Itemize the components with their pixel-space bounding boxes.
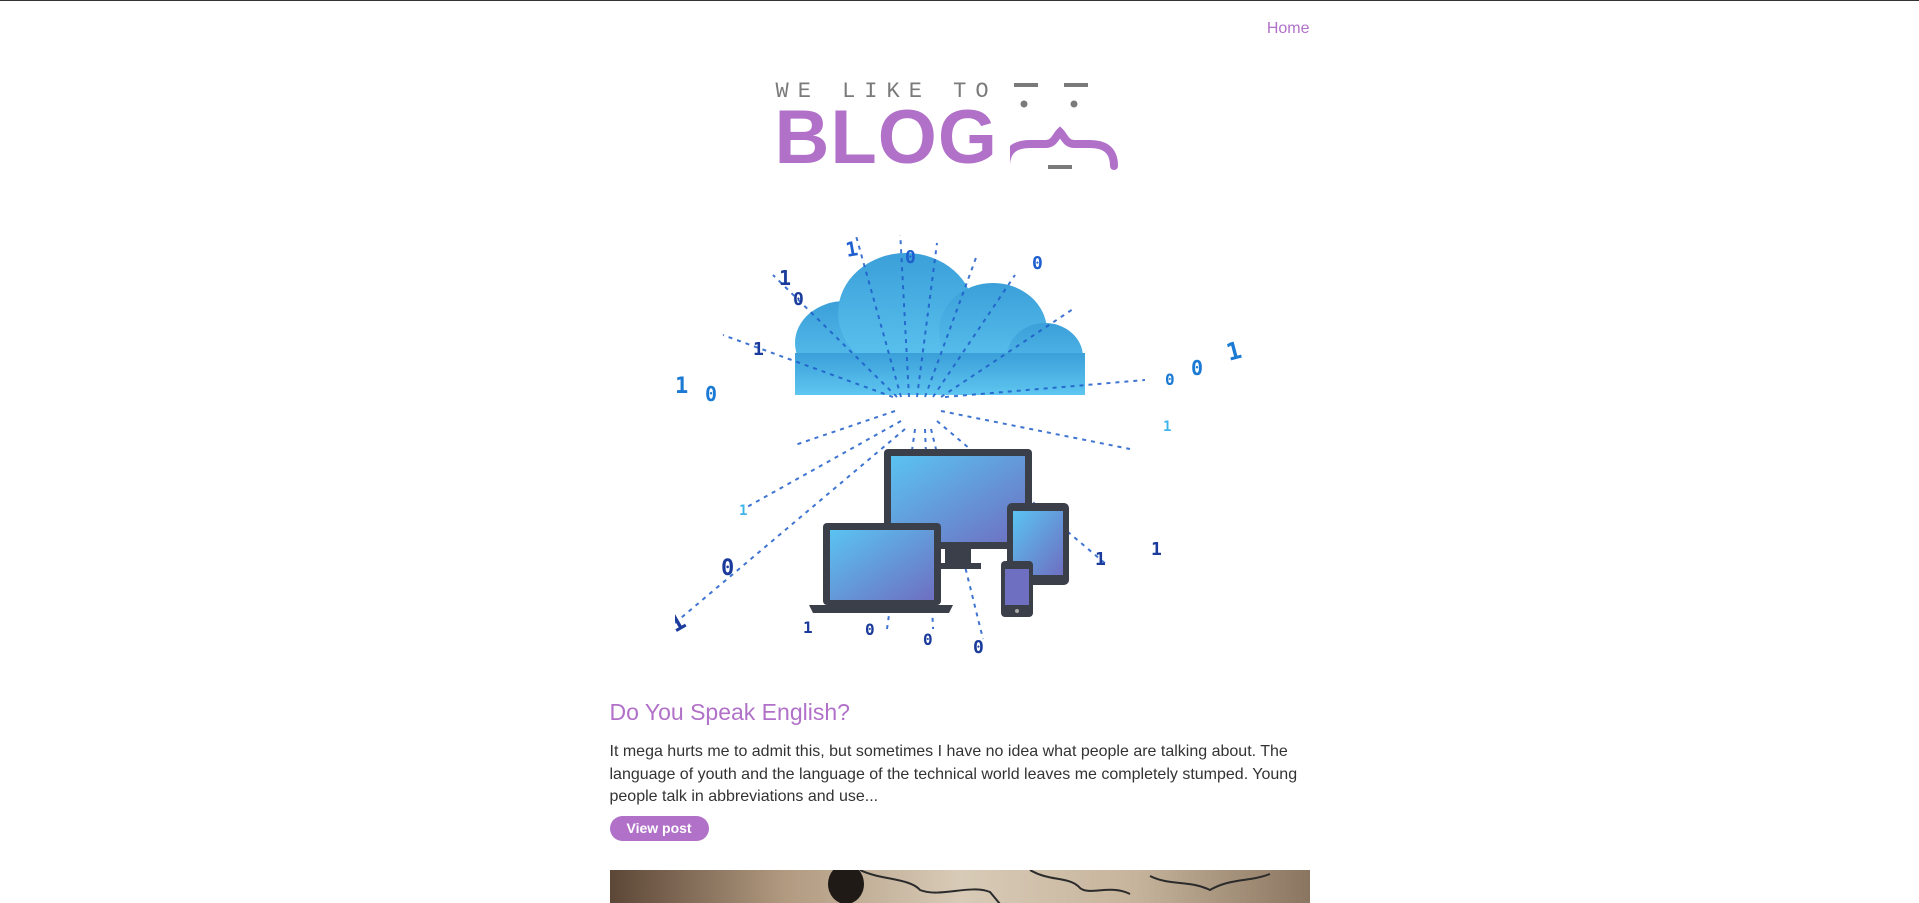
svg-text:1: 1 bbox=[739, 503, 747, 519]
svg-text:1: 1 bbox=[675, 374, 688, 399]
svg-text:1: 1 bbox=[1095, 549, 1106, 570]
logo-title: BLOG bbox=[774, 95, 999, 180]
page-container: Home WE LIKE TO BLOG 1 0 0 1 0 1 1 0 1 0… bbox=[609, 1, 1310, 903]
nav-home-link[interactable]: Home bbox=[1267, 20, 1310, 37]
phone-icon bbox=[1000, 561, 1033, 617]
svg-text:1: 1 bbox=[803, 618, 813, 637]
svg-text:0: 0 bbox=[973, 637, 984, 655]
next-post-image[interactable] bbox=[609, 870, 1310, 903]
svg-text:1: 1 bbox=[1223, 336, 1244, 367]
cloud-icon bbox=[794, 253, 1085, 395]
post-excerpt: It mega hurts me to admit this, but some… bbox=[609, 743, 1298, 805]
svg-text:0: 0 bbox=[923, 630, 933, 649]
top-nav: Home bbox=[1267, 20, 1310, 38]
svg-text:0: 0 bbox=[721, 556, 734, 581]
svg-text:1: 1 bbox=[753, 339, 764, 360]
laptop-icon bbox=[808, 523, 953, 613]
svg-text:0: 0 bbox=[793, 289, 804, 310]
svg-text:0: 0 bbox=[1165, 370, 1175, 389]
svg-text:0: 0 bbox=[705, 382, 717, 406]
svg-text:0: 0 bbox=[1032, 253, 1043, 274]
post-title[interactable]: Do You Speak English? bbox=[610, 699, 850, 726]
map-image bbox=[827, 870, 1270, 903]
svg-text:0: 0 bbox=[865, 620, 875, 639]
svg-text:0: 0 bbox=[1191, 356, 1203, 380]
svg-text:1: 1 bbox=[675, 607, 691, 638]
svg-text:1: 1 bbox=[1163, 419, 1171, 435]
svg-text:0: 0 bbox=[905, 247, 916, 268]
svg-text:1: 1 bbox=[1151, 539, 1162, 560]
site-logo[interactable]: WE LIKE TO BLOG bbox=[774, 75, 1136, 180]
brace-face-icon bbox=[1009, 83, 1118, 170]
svg-text:1: 1 bbox=[779, 266, 791, 290]
hero-image: 1 0 0 1 0 1 1 0 1 0 0 1 1 0 1 1 0 0 0 1 … bbox=[674, 235, 1244, 655]
view-post-button[interactable]: View post bbox=[609, 816, 709, 841]
